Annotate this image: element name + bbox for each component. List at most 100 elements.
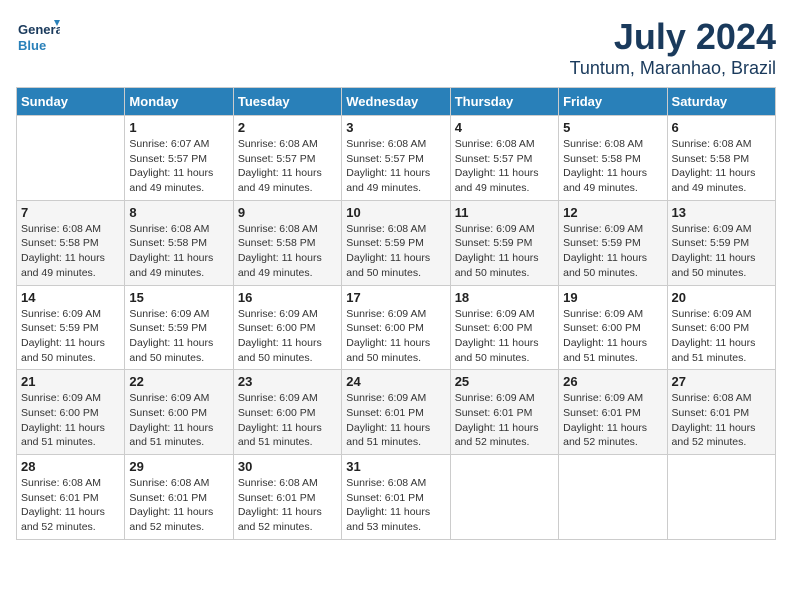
calendar-week-row: 21 Sunrise: 6:09 AM Sunset: 6:00 PM Dayli… (17, 370, 776, 455)
calendar-day-header: Saturday (667, 88, 775, 116)
day-info: Sunrise: 6:09 AM Sunset: 5:59 PM Dayligh… (21, 307, 120, 366)
day-number: 20 (672, 290, 771, 305)
calendar-day-cell (559, 455, 667, 540)
calendar-day-cell: 17 Sunrise: 6:09 AM Sunset: 6:00 PM Dayli… (342, 285, 450, 370)
day-number: 22 (129, 374, 228, 389)
calendar-day-cell: 27Sunrise: 6:08 AM Sunset: 6:01 PM Dayli… (667, 370, 775, 455)
calendar-day-cell (450, 455, 558, 540)
calendar-day-cell: 5Sunrise: 6:08 AM Sunset: 5:58 PM Daylig… (559, 116, 667, 201)
day-info: Sunrise: 6:08 AM Sunset: 5:58 PM Dayligh… (563, 137, 662, 196)
calendar-day-cell: 24 Sunrise: 6:09 AM Sunset: 6:01 PM Dayli… (342, 370, 450, 455)
day-number: 19 (563, 290, 662, 305)
calendar-day-cell: 12 Sunrise: 6:09 AM Sunset: 5:59 PM Dayli… (559, 200, 667, 285)
svg-text:Blue: Blue (18, 38, 46, 53)
day-info: Sunrise: 6:08 AM Sunset: 6:01 PM Dayligh… (21, 476, 120, 535)
calendar-day-cell: 2Sunrise: 6:08 AM Sunset: 5:57 PM Daylig… (233, 116, 341, 201)
day-info: Sunrise: 6:09 AM Sunset: 5:59 PM Dayligh… (455, 222, 554, 281)
calendar-week-row: 28Sunrise: 6:08 AM Sunset: 6:01 PM Dayli… (17, 455, 776, 540)
day-info: Sunrise: 6:08 AM Sunset: 6:01 PM Dayligh… (238, 476, 337, 535)
day-info: Sunrise: 6:08 AM Sunset: 5:58 PM Dayligh… (21, 222, 120, 281)
day-number: 18 (455, 290, 554, 305)
calendar-day-cell: 23 Sunrise: 6:09 AM Sunset: 6:00 PM Dayli… (233, 370, 341, 455)
day-info: Sunrise: 6:09 AM Sunset: 6:00 PM Dayligh… (672, 307, 771, 366)
day-info: Sunrise: 6:09 AM Sunset: 6:00 PM Dayligh… (455, 307, 554, 366)
calendar-day-header: Monday (125, 88, 233, 116)
day-info: Sunrise: 6:08 AM Sunset: 5:58 PM Dayligh… (238, 222, 337, 281)
day-number: 15 (129, 290, 228, 305)
day-info: Sunrise: 6:09 AM Sunset: 5:59 PM Dayligh… (672, 222, 771, 281)
day-info: Sunrise: 6:07 AM Sunset: 5:57 PM Dayligh… (129, 137, 228, 196)
day-number: 7 (21, 205, 120, 220)
day-number: 9 (238, 205, 337, 220)
day-info: Sunrise: 6:09 AM Sunset: 6:00 PM Dayligh… (238, 307, 337, 366)
calendar-day-cell: 25Sunrise: 6:09 AM Sunset: 6:01 PM Dayli… (450, 370, 558, 455)
page-header: General Blue July 2024 Tuntum, Maranhao,… (16, 16, 776, 79)
calendar-day-cell: 19 Sunrise: 6:09 AM Sunset: 6:00 PM Dayli… (559, 285, 667, 370)
calendar-day-cell: 30 Sunrise: 6:08 AM Sunset: 6:01 PM Dayli… (233, 455, 341, 540)
day-info: Sunrise: 6:09 AM Sunset: 6:00 PM Dayligh… (238, 391, 337, 450)
calendar-day-cell: 8Sunrise: 6:08 AM Sunset: 5:58 PM Daylig… (125, 200, 233, 285)
calendar-day-cell: 26 Sunrise: 6:09 AM Sunset: 6:01 PM Dayli… (559, 370, 667, 455)
calendar-day-cell: 1 Sunrise: 6:07 AM Sunset: 5:57 PM Daylig… (125, 116, 233, 201)
day-number: 31 (346, 459, 445, 474)
day-info: Sunrise: 6:09 AM Sunset: 5:59 PM Dayligh… (129, 307, 228, 366)
day-number: 1 (129, 120, 228, 135)
day-info: Sunrise: 6:09 AM Sunset: 6:00 PM Dayligh… (129, 391, 228, 450)
day-number: 17 (346, 290, 445, 305)
day-number: 12 (563, 205, 662, 220)
calendar-day-cell: 20 Sunrise: 6:09 AM Sunset: 6:00 PM Dayli… (667, 285, 775, 370)
calendar-day-cell: 28Sunrise: 6:08 AM Sunset: 6:01 PM Dayli… (17, 455, 125, 540)
day-info: Sunrise: 6:09 AM Sunset: 5:59 PM Dayligh… (563, 222, 662, 281)
day-number: 4 (455, 120, 554, 135)
calendar-day-cell: 9 Sunrise: 6:08 AM Sunset: 5:58 PM Daylig… (233, 200, 341, 285)
calendar-day-cell: 16 Sunrise: 6:09 AM Sunset: 6:00 PM Dayli… (233, 285, 341, 370)
day-number: 10 (346, 205, 445, 220)
calendar-day-cell: 22 Sunrise: 6:09 AM Sunset: 6:00 PM Dayli… (125, 370, 233, 455)
day-number: 29 (129, 459, 228, 474)
day-number: 26 (563, 374, 662, 389)
calendar-day-header: Tuesday (233, 88, 341, 116)
page-title: July 2024 (570, 16, 776, 58)
logo: General Blue (16, 16, 60, 60)
day-number: 30 (238, 459, 337, 474)
calendar-day-cell: 7 Sunrise: 6:08 AM Sunset: 5:58 PM Daylig… (17, 200, 125, 285)
calendar-day-cell: 13 Sunrise: 6:09 AM Sunset: 5:59 PM Dayli… (667, 200, 775, 285)
day-info: Sunrise: 6:08 AM Sunset: 5:59 PM Dayligh… (346, 222, 445, 281)
day-info: Sunrise: 6:08 AM Sunset: 6:01 PM Dayligh… (346, 476, 445, 535)
calendar-day-cell: 14Sunrise: 6:09 AM Sunset: 5:59 PM Dayli… (17, 285, 125, 370)
calendar-day-header: Sunday (17, 88, 125, 116)
calendar-day-cell: 15 Sunrise: 6:09 AM Sunset: 5:59 PM Dayli… (125, 285, 233, 370)
calendar-day-header: Friday (559, 88, 667, 116)
calendar-day-cell: 3 Sunrise: 6:08 AM Sunset: 5:57 PM Daylig… (342, 116, 450, 201)
calendar-week-row: 14Sunrise: 6:09 AM Sunset: 5:59 PM Dayli… (17, 285, 776, 370)
day-info: Sunrise: 6:08 AM Sunset: 5:57 PM Dayligh… (346, 137, 445, 196)
calendar-week-row: 7 Sunrise: 6:08 AM Sunset: 5:58 PM Daylig… (17, 200, 776, 285)
day-number: 11 (455, 205, 554, 220)
day-number: 6 (672, 120, 771, 135)
calendar-table: SundayMondayTuesdayWednesdayThursdayFrid… (16, 87, 776, 540)
calendar-day-cell (17, 116, 125, 201)
day-number: 21 (21, 374, 120, 389)
title-block: July 2024 Tuntum, Maranhao, Brazil (570, 16, 776, 79)
calendar-day-cell: 18 Sunrise: 6:09 AM Sunset: 6:00 PM Dayli… (450, 285, 558, 370)
day-number: 23 (238, 374, 337, 389)
day-info: Sunrise: 6:08 AM Sunset: 6:01 PM Dayligh… (129, 476, 228, 535)
calendar-day-cell: 21 Sunrise: 6:09 AM Sunset: 6:00 PM Dayli… (17, 370, 125, 455)
day-info: Sunrise: 6:08 AM Sunset: 5:57 PM Dayligh… (238, 137, 337, 196)
calendar-day-cell: 29 Sunrise: 6:08 AM Sunset: 6:01 PM Dayli… (125, 455, 233, 540)
calendar-day-cell: 11 Sunrise: 6:09 AM Sunset: 5:59 PM Dayli… (450, 200, 558, 285)
day-info: Sunrise: 6:08 AM Sunset: 6:01 PM Dayligh… (672, 391, 771, 450)
day-info: Sunrise: 6:09 AM Sunset: 6:00 PM Dayligh… (21, 391, 120, 450)
day-info: Sunrise: 6:09 AM Sunset: 6:00 PM Dayligh… (346, 307, 445, 366)
day-number: 3 (346, 120, 445, 135)
calendar-day-cell: 31 Sunrise: 6:08 AM Sunset: 6:01 PM Dayli… (342, 455, 450, 540)
calendar-day-cell: 6Sunrise: 6:08 AM Sunset: 5:58 PM Daylig… (667, 116, 775, 201)
day-number: 16 (238, 290, 337, 305)
day-number: 24 (346, 374, 445, 389)
day-number: 13 (672, 205, 771, 220)
day-info: Sunrise: 6:09 AM Sunset: 6:00 PM Dayligh… (563, 307, 662, 366)
day-info: Sunrise: 6:09 AM Sunset: 6:01 PM Dayligh… (346, 391, 445, 450)
day-info: Sunrise: 6:09 AM Sunset: 6:01 PM Dayligh… (455, 391, 554, 450)
day-info: Sunrise: 6:09 AM Sunset: 6:01 PM Dayligh… (563, 391, 662, 450)
logo-svg: General Blue (16, 16, 60, 60)
